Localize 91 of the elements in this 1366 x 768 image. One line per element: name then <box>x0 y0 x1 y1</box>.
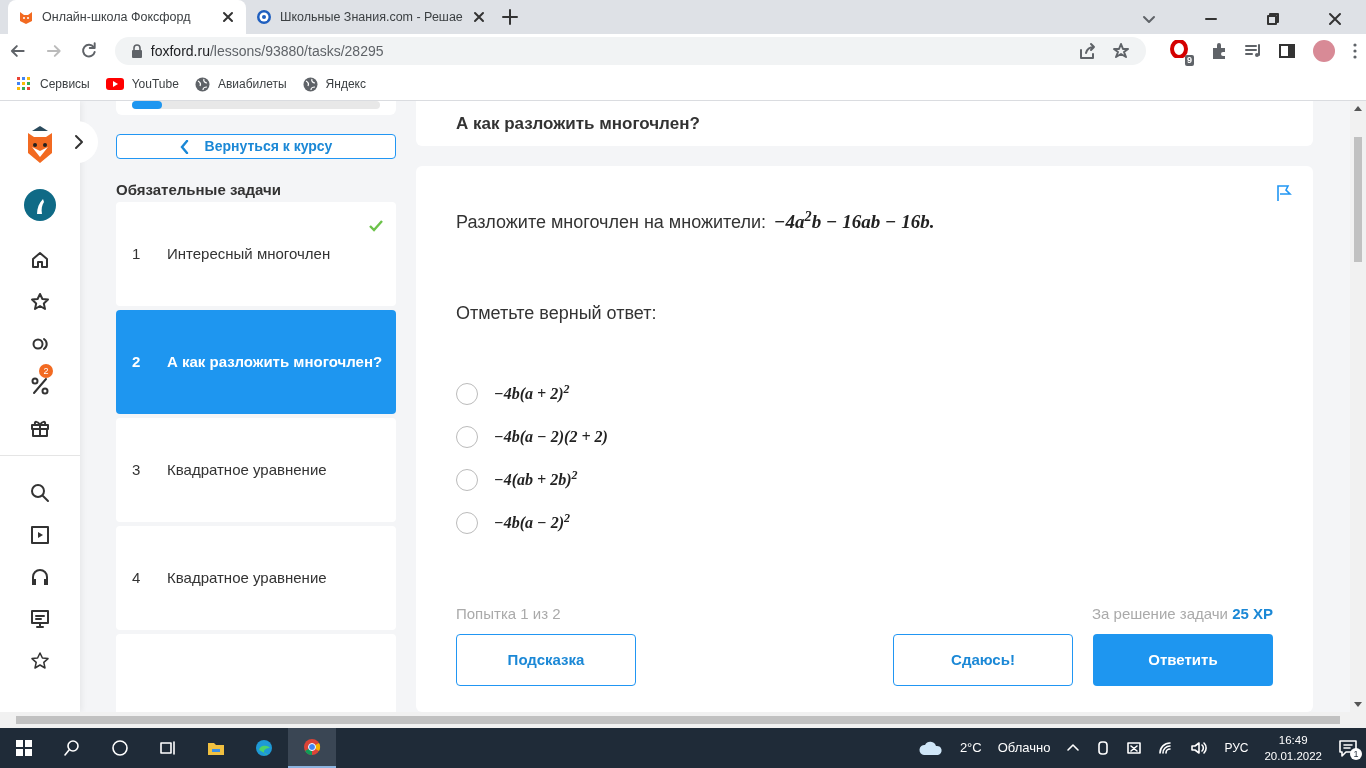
task-number: 4 <box>132 567 142 588</box>
section-title: Обязательные задачи <box>116 181 282 199</box>
fox-icon <box>18 9 34 25</box>
globe-icon <box>194 76 210 92</box>
tab-title: Школьные Знания.com - Решае <box>280 8 463 26</box>
answer-option[interactable]: −4b(a − 2)(2 + 2) <box>456 425 1273 450</box>
restore-icon[interactable] <box>1266 12 1280 26</box>
tab-title: Онлайн-школа Фоксфорд <box>42 8 192 26</box>
back-button[interactable]: Вернуться к курсу <box>116 134 396 159</box>
play-square-icon[interactable] <box>29 523 51 546</box>
answer-prompt: Отметьте верный ответ: <box>456 302 658 326</box>
star-icon[interactable] <box>29 649 51 672</box>
scroll-thumb[interactable] <box>1354 137 1362 262</box>
circle-icon[interactable] <box>110 738 130 758</box>
notification-count: 1 <box>1350 748 1362 760</box>
reward-text: За решение задачи 25 XP <box>1091 604 1273 625</box>
task-item[interactable]: 4 Квадратное уравнение <box>116 526 396 630</box>
task-view-icon[interactable] <box>158 738 178 758</box>
extension-badge: 9 <box>1185 54 1194 66</box>
notification-badge: 2 <box>39 364 53 378</box>
radio-button[interactable] <box>456 383 478 406</box>
message-icon <box>1338 739 1358 757</box>
vertical-scrollbar[interactable] <box>1350 101 1366 712</box>
answer-option[interactable]: −4(ab + 2b)$^{2}$ <box>456 468 1273 493</box>
task-number: 1 <box>132 243 142 264</box>
bookmark-link[interactable]: Яндекс <box>302 75 366 93</box>
url-text: foxford.ru/lessons/93880/tasks/28295 <box>150 41 384 61</box>
network-off-icon[interactable] <box>1126 741 1143 755</box>
chevron-left-icon <box>179 139 189 154</box>
star-icon[interactable] <box>29 290 51 313</box>
scroll-down-icon[interactable] <box>1354 701 1362 709</box>
windows-icon[interactable] <box>14 738 34 758</box>
attempt-counter: Попытка 1 из 2 <box>456 604 561 625</box>
radio-button[interactable] <box>456 512 478 535</box>
task-title: Квадратное уравнение <box>167 567 327 588</box>
bookmark-link[interactable]: Авиабилеты <box>194 75 287 93</box>
share-icon[interactable] <box>1078 42 1096 60</box>
address-bar[interactable]: foxford.ru/lessons/93880/tasks/28295 <box>114 37 1146 65</box>
globe-icon <box>302 76 318 92</box>
clock-time[interactable]: 16:49 <box>1278 732 1308 748</box>
search-icon[interactable] <box>62 738 82 758</box>
answer-option[interactable]: −4b(a + 2)$^{2}$ <box>456 382 1273 407</box>
more-icon[interactable] <box>1352 42 1358 60</box>
scroll-up-icon[interactable] <box>1354 104 1362 112</box>
horizontal-scrollbar[interactable] <box>0 712 1366 728</box>
extension-button[interactable]: 9 <box>1170 36 1194 66</box>
task-number: 2 <box>132 351 142 372</box>
plus-icon[interactable] <box>500 8 519 26</box>
search-icon[interactable] <box>29 481 51 504</box>
weather-temperature: 2°C <box>959 739 982 758</box>
task-item[interactable]: 1 Интересный многочлен <box>116 202 396 306</box>
play-icon <box>105 77 124 91</box>
bookmark-link[interactable]: YouTube <box>105 75 179 93</box>
chevron-right-icon <box>74 134 84 150</box>
weather-condition: Облачно <box>997 739 1051 758</box>
avatar-icon[interactable] <box>1312 39 1336 63</box>
give-up-button[interactable]: Сдаюсь! <box>893 633 1073 686</box>
speaker-icon[interactable] <box>1190 741 1209 755</box>
bookmark-link[interactable]: Сервисы <box>16 75 90 93</box>
clock-date[interactable]: 20.01.2022 <box>1264 748 1322 764</box>
close-icon[interactable] <box>1328 12 1342 26</box>
browser-tab[interactable]: Школьные Знания.com - Решае <box>246 0 497 34</box>
check-icon <box>368 219 384 234</box>
task-title: А как разложить многочлен? <box>167 351 383 372</box>
hint-button[interactable]: Подсказка <box>456 633 636 686</box>
task-title: Квадратное уравнение <box>167 459 327 480</box>
scroll-thumb[interactable] <box>16 716 1340 724</box>
meet-icon[interactable] <box>1096 741 1111 755</box>
task-title: Интересный многочлен <box>167 243 331 264</box>
formula: −4a$^{2}$b − 16ab − 16b. <box>774 207 935 234</box>
playlist-icon[interactable] <box>1244 42 1262 60</box>
close-icon[interactable] <box>220 9 236 25</box>
grid-icon <box>16 76 32 92</box>
lock-icon <box>130 44 143 58</box>
star-icon[interactable] <box>1112 42 1130 60</box>
answer-option[interactable]: −4b(a − 2)$^{2}$ <box>456 511 1273 536</box>
language-indicator[interactable]: РУС <box>1224 739 1249 757</box>
side-panel-icon[interactable] <box>1278 42 1296 60</box>
radio-button[interactable] <box>456 426 478 449</box>
puzzle-icon[interactable] <box>1210 42 1228 60</box>
question-text: Разложите многочлен на множители: <box>456 210 767 234</box>
task-number: 3 <box>132 459 142 480</box>
cloud-icon <box>917 739 944 757</box>
flag-icon[interactable] <box>1275 183 1293 202</box>
task-item[interactable]: 3 Квадратное уравнение <box>116 418 396 522</box>
presentation-icon[interactable] <box>29 607 51 630</box>
radio-button[interactable] <box>456 469 478 492</box>
lesson-title: А как разложить многочлен? <box>456 112 700 135</box>
avatar-icon[interactable] <box>24 189 56 221</box>
browser-tab[interactable]: Онлайн-школа Фоксфорд <box>8 0 246 34</box>
notifications-button[interactable]: 1 <box>1338 739 1358 757</box>
